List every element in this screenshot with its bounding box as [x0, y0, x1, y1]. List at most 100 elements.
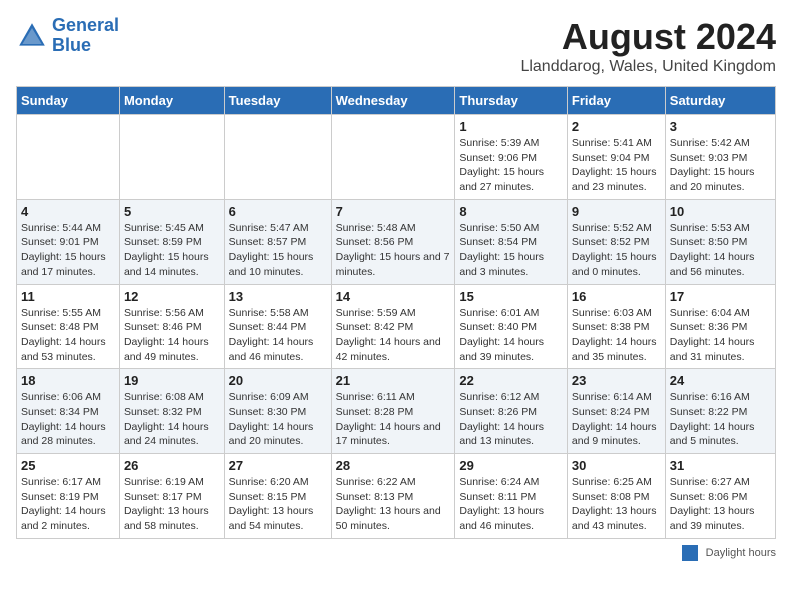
day-cell: 22 Sunrise: 6:12 AM Sunset: 8:26 PM Dayli…: [455, 369, 568, 454]
footer: Daylight hours: [16, 545, 776, 561]
day-number: 31: [670, 458, 771, 473]
day-info: Sunrise: 5:58 AM Sunset: 8:44 PM Dayligh…: [229, 306, 327, 365]
day-info: Sunrise: 6:12 AM Sunset: 8:26 PM Dayligh…: [459, 390, 563, 449]
day-info: Sunrise: 6:14 AM Sunset: 8:24 PM Dayligh…: [572, 390, 661, 449]
day-cell: 8 Sunrise: 5:50 AM Sunset: 8:54 PM Daylig…: [455, 199, 568, 284]
day-cell: [224, 115, 331, 200]
legend-label: Daylight hours: [706, 547, 776, 559]
logo-text: General Blue: [52, 16, 119, 56]
day-cell: 7 Sunrise: 5:48 AM Sunset: 8:56 PM Daylig…: [331, 199, 455, 284]
day-cell: 15 Sunrise: 6:01 AM Sunset: 8:40 PM Dayli…: [455, 284, 568, 369]
day-info: Sunrise: 5:56 AM Sunset: 8:46 PM Dayligh…: [124, 306, 220, 365]
day-number: 9: [572, 204, 661, 219]
header-day-wednesday: Wednesday: [331, 87, 455, 115]
day-info: Sunrise: 6:24 AM Sunset: 8:11 PM Dayligh…: [459, 475, 563, 534]
legend-box: [682, 545, 698, 561]
day-number: 3: [670, 119, 771, 134]
day-cell: 20Sunrise: 6:09 AM Sunset: 8:30 PM Dayli…: [224, 369, 331, 454]
day-number: 7: [336, 204, 451, 219]
week-row-1: 1Sunrise: 5:39 AM Sunset: 9:06 PM Daylig…: [17, 115, 776, 200]
logo-line2: Blue: [52, 35, 91, 55]
day-cell: 23 Sunrise: 6:14 AM Sunset: 8:24 PM Dayli…: [567, 369, 665, 454]
day-number: 29: [459, 458, 563, 473]
day-info: Sunrise: 6:20 AM Sunset: 8:15 PM Dayligh…: [229, 475, 327, 534]
header: General Blue August 2024 Llanddarog, Wal…: [16, 16, 776, 76]
day-number: 5: [124, 204, 220, 219]
day-number: 8: [459, 204, 563, 219]
day-number: 17: [670, 289, 771, 304]
day-info: Sunrise: 5:48 AM Sunset: 8:56 PM Dayligh…: [336, 221, 451, 280]
subtitle: Llanddarog, Wales, United Kingdom: [520, 58, 776, 76]
day-cell: 12Sunrise: 5:56 AM Sunset: 8:46 PM Dayli…: [119, 284, 224, 369]
day-info: Sunrise: 6:27 AM Sunset: 8:06 PM Dayligh…: [670, 475, 771, 534]
day-cell: 30 Sunrise: 6:25 AM Sunset: 8:08 PM Dayli…: [567, 454, 665, 539]
day-number: 14: [336, 289, 451, 304]
day-cell: 10Sunrise: 5:53 AM Sunset: 8:50 PM Dayli…: [665, 199, 775, 284]
day-info: Sunrise: 6:08 AM Sunset: 8:32 PM Dayligh…: [124, 390, 220, 449]
day-cell: 17 Sunrise: 6:04 AM Sunset: 8:36 PM Dayli…: [665, 284, 775, 369]
day-cell: 19 Sunrise: 6:08 AM Sunset: 8:32 PM Dayli…: [119, 369, 224, 454]
day-info: Sunrise: 5:42 AM Sunset: 9:03 PM Dayligh…: [670, 136, 771, 195]
day-info: Sunrise: 6:25 AM Sunset: 8:08 PM Dayligh…: [572, 475, 661, 534]
day-info: Sunrise: 5:47 AM Sunset: 8:57 PM Dayligh…: [229, 221, 327, 280]
day-number: 28: [336, 458, 451, 473]
day-info: Sunrise: 6:04 AM Sunset: 8:36 PM Dayligh…: [670, 306, 771, 365]
logo-icon: [16, 20, 48, 52]
day-cell: 29 Sunrise: 6:24 AM Sunset: 8:11 PM Dayli…: [455, 454, 568, 539]
day-number: 23: [572, 373, 661, 388]
day-number: 18: [21, 373, 115, 388]
logo-line1: General: [52, 15, 119, 35]
header-day-saturday: Saturday: [665, 87, 775, 115]
day-cell: 25 Sunrise: 6:17 AM Sunset: 8:19 PM Dayli…: [17, 454, 120, 539]
day-number: 22: [459, 373, 563, 388]
day-info: Sunrise: 5:55 AM Sunset: 8:48 PM Dayligh…: [21, 306, 115, 365]
day-info: Sunrise: 6:03 AM Sunset: 8:38 PM Dayligh…: [572, 306, 661, 365]
day-number: 19: [124, 373, 220, 388]
day-info: Sunrise: 5:52 AM Sunset: 8:52 PM Dayligh…: [572, 221, 661, 280]
day-cell: 6 Sunrise: 5:47 AM Sunset: 8:57 PM Daylig…: [224, 199, 331, 284]
day-cell: 21 Sunrise: 6:11 AM Sunset: 8:28 PM Dayli…: [331, 369, 455, 454]
day-cell: 13Sunrise: 5:58 AM Sunset: 8:44 PM Dayli…: [224, 284, 331, 369]
day-cell: 27 Sunrise: 6:20 AM Sunset: 8:15 PM Dayli…: [224, 454, 331, 539]
day-number: 27: [229, 458, 327, 473]
day-cell: 18 Sunrise: 6:06 AM Sunset: 8:34 PM Dayli…: [17, 369, 120, 454]
day-cell: 3 Sunrise: 5:42 AM Sunset: 9:03 PM Daylig…: [665, 115, 775, 200]
day-info: Sunrise: 5:39 AM Sunset: 9:06 PM Dayligh…: [459, 136, 563, 195]
day-cell: 5 Sunrise: 5:45 AM Sunset: 8:59 PM Daylig…: [119, 199, 224, 284]
day-cell: 28 Sunrise: 6:22 AM Sunset: 8:13 PM Dayli…: [331, 454, 455, 539]
day-number: 10: [670, 204, 771, 219]
day-cell: 1Sunrise: 5:39 AM Sunset: 9:06 PM Daylig…: [455, 115, 568, 200]
day-number: 26: [124, 458, 220, 473]
day-info: Sunrise: 6:11 AM Sunset: 8:28 PM Dayligh…: [336, 390, 451, 449]
logo: General Blue: [16, 16, 119, 56]
calendar-table: SundayMondayTuesdayWednesdayThursdayFrid…: [16, 86, 776, 539]
day-cell: [17, 115, 120, 200]
day-info: Sunrise: 5:45 AM Sunset: 8:59 PM Dayligh…: [124, 221, 220, 280]
day-cell: 16 Sunrise: 6:03 AM Sunset: 8:38 PM Dayli…: [567, 284, 665, 369]
day-number: 6: [229, 204, 327, 219]
day-info: Sunrise: 6:01 AM Sunset: 8:40 PM Dayligh…: [459, 306, 563, 365]
day-info: Sunrise: 6:09 AM Sunset: 8:30 PM Dayligh…: [229, 390, 327, 449]
day-number: 11: [21, 289, 115, 304]
day-number: 16: [572, 289, 661, 304]
day-info: Sunrise: 5:41 AM Sunset: 9:04 PM Dayligh…: [572, 136, 661, 195]
header-day-sunday: Sunday: [17, 87, 120, 115]
week-row-5: 25 Sunrise: 6:17 AM Sunset: 8:19 PM Dayli…: [17, 454, 776, 539]
day-number: 2: [572, 119, 661, 134]
day-cell: [119, 115, 224, 200]
day-number: 24: [670, 373, 771, 388]
day-info: Sunrise: 5:50 AM Sunset: 8:54 PM Dayligh…: [459, 221, 563, 280]
day-number: 21: [336, 373, 451, 388]
day-info: Sunrise: 6:22 AM Sunset: 8:13 PM Dayligh…: [336, 475, 451, 534]
main-title: August 2024: [520, 16, 776, 58]
day-cell: 26 Sunrise: 6:19 AM Sunset: 8:17 PM Dayli…: [119, 454, 224, 539]
day-number: 30: [572, 458, 661, 473]
day-info: Sunrise: 6:19 AM Sunset: 8:17 PM Dayligh…: [124, 475, 220, 534]
day-number: 25: [21, 458, 115, 473]
day-info: Sunrise: 6:17 AM Sunset: 8:19 PM Dayligh…: [21, 475, 115, 534]
day-info: Sunrise: 6:06 AM Sunset: 8:34 PM Dayligh…: [21, 390, 115, 449]
day-cell: 4Sunrise: 5:44 AM Sunset: 9:01 PM Daylig…: [17, 199, 120, 284]
week-row-4: 18 Sunrise: 6:06 AM Sunset: 8:34 PM Dayli…: [17, 369, 776, 454]
day-number: 15: [459, 289, 563, 304]
header-day-friday: Friday: [567, 87, 665, 115]
